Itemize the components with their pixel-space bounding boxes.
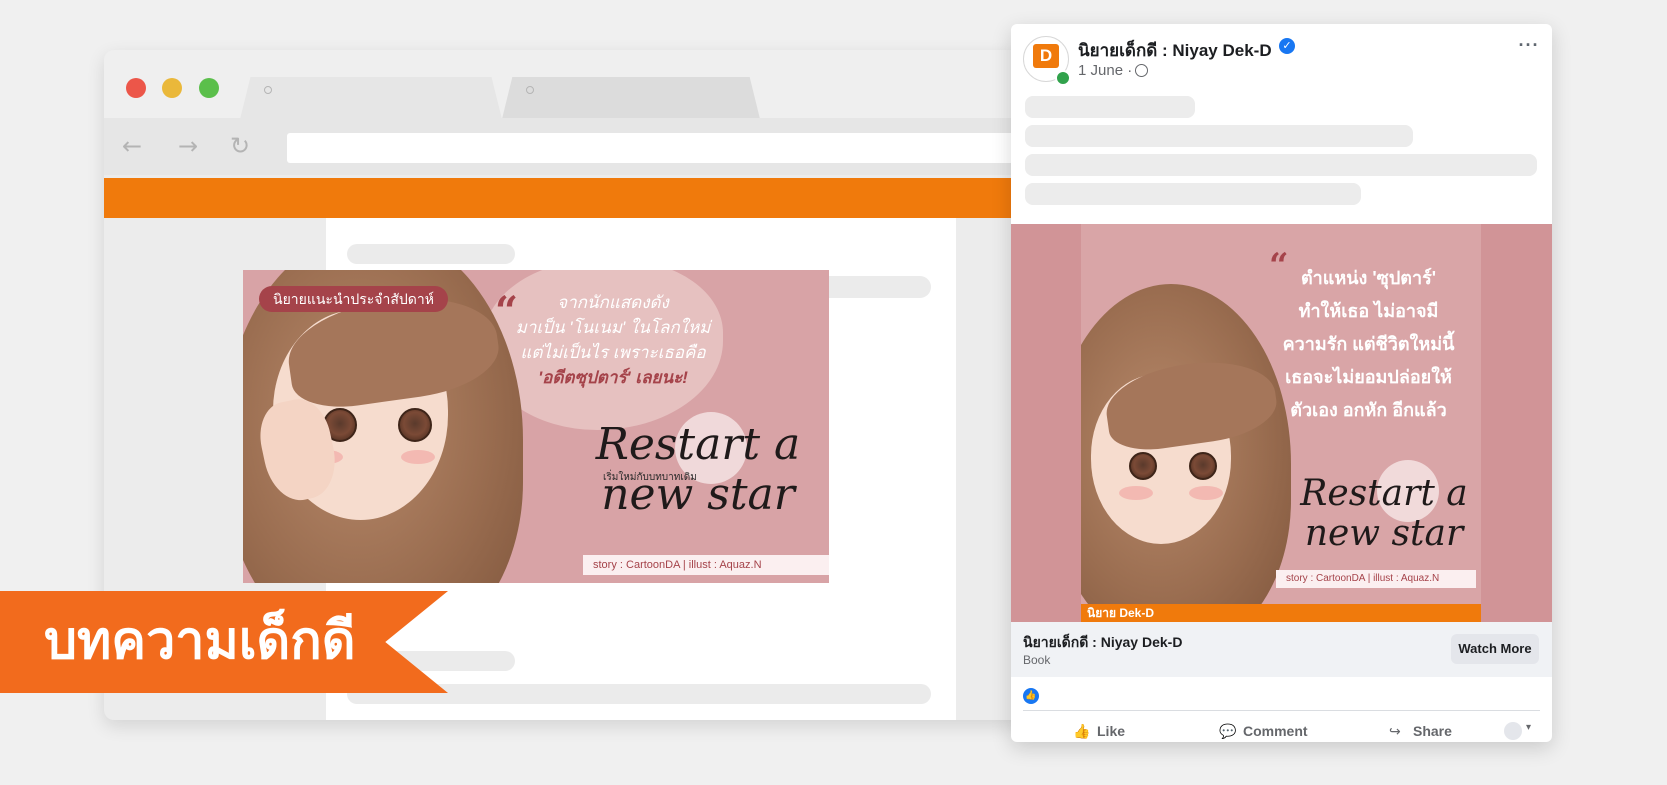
post-image-quote-line: เธอจะไม่ยอมปล่อยให้ [1285, 367, 1452, 387]
chevron-down-icon: ▾ [1526, 722, 1532, 733]
watch-more-button[interactable]: Watch More [1451, 634, 1539, 664]
illustration-eye [1129, 452, 1157, 480]
post-image-title-line: Restart a [1300, 473, 1468, 514]
like-label: Like [1097, 723, 1126, 739]
category-ribbon-label: บทความเด็กดี [44, 612, 356, 670]
profile-avatar-icon [1504, 722, 1522, 740]
novel-subtitle: เริ่มใหม่กับบทบาทเดิม [603, 472, 697, 483]
arrow-right-icon[interactable]: → [176, 134, 200, 158]
share-button[interactable]: ↪ Share [1389, 719, 1452, 742]
actions-divider [1023, 710, 1540, 711]
post-image-brand-strip: นิยาย Dek-D [1081, 604, 1481, 622]
reaction-profile-selector[interactable]: ▾ [1504, 720, 1544, 742]
novel-credit: story : CartoonDA | illust : Aquaz.N [583, 555, 829, 575]
post-image-quote-line: ทำให้เธอ ไม่อาจมี [1298, 301, 1439, 321]
close-window-button[interactable] [126, 78, 146, 98]
comment-icon: 💬 [1219, 724, 1237, 740]
browser-tab-active[interactable] [240, 77, 502, 119]
link-preview-title: นิยายเด็กดี : Niyay Dek-D [1023, 634, 1183, 650]
maximize-window-button[interactable] [199, 78, 219, 98]
text-placeholder [1025, 125, 1413, 147]
arrow-left-icon[interactable]: ← [120, 134, 144, 158]
comment-button[interactable]: 💬 Comment [1219, 719, 1308, 742]
post-image-quote: ตำแหน่ง 'ซุปตาร์' ทำให้เธอ ไม่อาจมี ความ… [1261, 262, 1476, 427]
share-label: Share [1413, 723, 1452, 739]
facebook-post-card: D นิยายเด็กดี : Niyay Dek-D ✓ 1 June · ·… [1011, 24, 1552, 742]
post-image-title: Restart a new star [1299, 474, 1469, 554]
address-bar[interactable] [287, 133, 1024, 163]
post-timestamp[interactable]: 1 June · [1078, 62, 1132, 79]
verified-check-icon: ✓ [1279, 38, 1295, 54]
weekly-recommend-badge: นิยายแนะนำประจำสัปดาห์ [259, 286, 448, 312]
share-icon: ↪ [1389, 724, 1401, 740]
site-header-bar [104, 178, 1024, 218]
tab-favicon-icon [264, 86, 272, 94]
dekd-logo-icon: D [1033, 44, 1059, 68]
post-image[interactable]: “ ตำแหน่ง 'ซุปตาร์' ทำให้เธอ ไม่อาจมี คว… [1011, 224, 1552, 622]
post-image-quote-line: ตำแหน่ง 'ซุปตาร์' [1300, 268, 1437, 288]
browser-tab[interactable] [502, 77, 760, 119]
browser-toolbar: ← → ↻ [104, 118, 1024, 175]
banner-quote-line: 'อดีตซุปตาร์' เลยนะ! [538, 368, 688, 387]
reload-icon[interactable]: ↻ [228, 134, 252, 158]
illustration-eye [1189, 452, 1217, 480]
link-preview[interactable]: นิยายเด็กดี : Niyay Dek-D Book Watch Mor… [1011, 622, 1552, 677]
like-button[interactable]: 👍 Like [1073, 719, 1125, 742]
page-name-link[interactable]: นิยายเด็กดี : Niyay Dek-D [1078, 37, 1272, 64]
link-preview-category: Book [1023, 653, 1051, 667]
like-reaction-icon[interactable]: 👍 [1023, 688, 1039, 704]
illustration-blush [401, 450, 435, 464]
post-image-title-line: new star [1304, 513, 1464, 554]
online-status-icon [1055, 70, 1071, 86]
post-image-quote-line: ความรัก แต่ชีวิตใหม่นี้ [1282, 334, 1455, 354]
text-placeholder [347, 244, 515, 264]
text-placeholder [1025, 96, 1195, 118]
illustration-blush [1119, 486, 1153, 500]
illustration-eye [398, 408, 432, 442]
post-image-credit: story : CartoonDA | illust : Aquaz.N [1276, 570, 1476, 588]
post-image-quote-line: ตัวเอง อกหัก อีกแล้ว [1290, 400, 1447, 420]
text-placeholder [1025, 183, 1361, 205]
illustration-face [1091, 352, 1281, 544]
globe-icon [1135, 64, 1148, 77]
minimize-window-button[interactable] [162, 78, 182, 98]
tab-favicon-icon [526, 86, 534, 94]
novel-title-line: Restart a [595, 419, 801, 470]
post-image-artwork: “ ตำแหน่ง 'ซุปตาร์' ทำให้เธอ ไม่อาจมี คว… [1081, 224, 1481, 622]
banner-quote-line: จากนักแสดงดัง [557, 293, 669, 312]
more-horizontal-icon[interactable]: ··· [1515, 34, 1543, 58]
text-placeholder [1025, 154, 1537, 176]
banner-quote-line: แต่ไม่เป็นไร เพราะเธอคือ [520, 343, 706, 362]
comment-label: Comment [1243, 723, 1308, 739]
banner-quote: จากนักแสดงดัง มาเป็น 'โนเนม' ในโลกใหม่ แ… [493, 290, 733, 390]
thumbs-up-icon: 👍 [1073, 724, 1091, 740]
novel-banner-image: นิยายแนะนำประจำสัปดาห์ “ จากนักแสดงดัง ม… [243, 270, 829, 583]
illustration-blush [1189, 486, 1223, 500]
browser-titlebar [104, 50, 1024, 119]
banner-quote-line: มาเป็น 'โนเนม' ในโลกใหม่ [515, 318, 711, 337]
